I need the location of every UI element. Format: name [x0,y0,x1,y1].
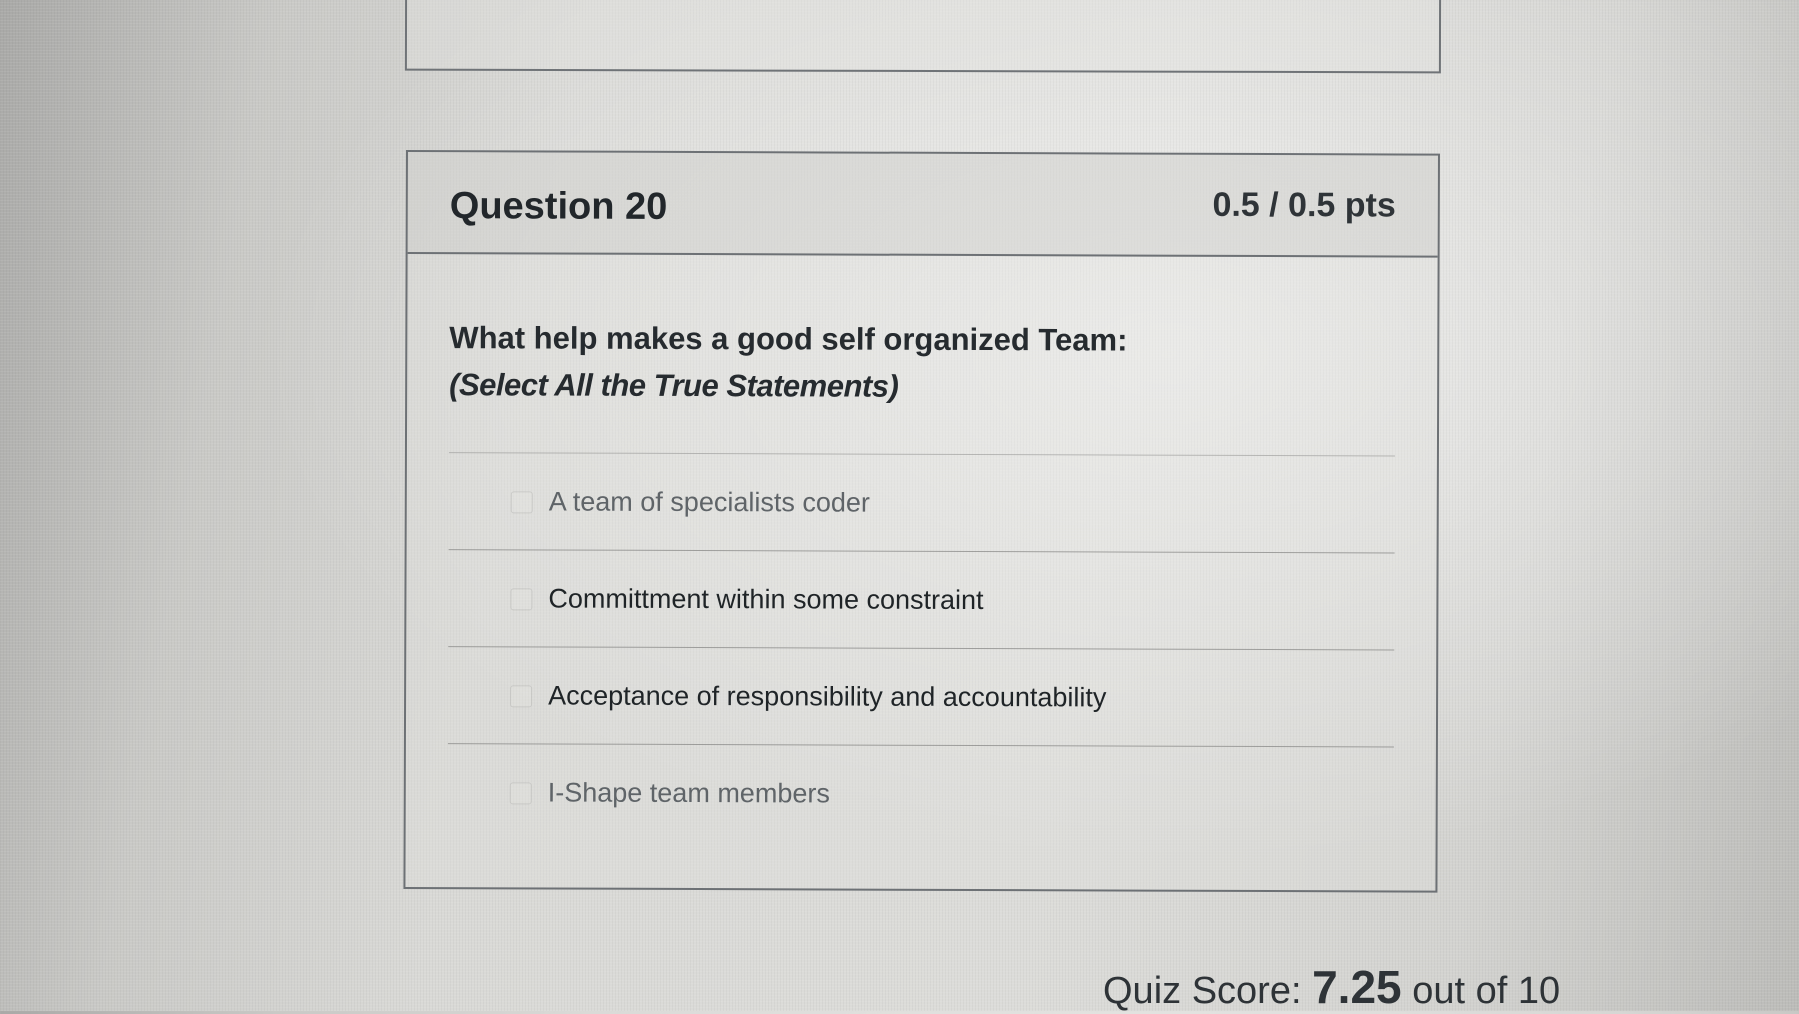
answer-option[interactable]: I-Shape team members [448,744,1394,843]
answer-checkbox[interactable] [509,782,532,805]
answer-checkbox[interactable] [510,588,533,611]
answer-label: Acceptance of responsibility and account… [548,679,1107,712]
question-body: What help makes a good self organized Te… [406,254,1438,844]
answer-label: A team of specialists coder [548,486,870,518]
answer-option[interactable]: A team of specialists coder [448,453,1395,554]
question-card: Question 20 0.5 / 0.5 pts What help make… [403,150,1440,893]
answer-label: I-Shape team members [547,776,830,808]
answer-option[interactable]: Committment within some constraint [448,550,1395,651]
question-header: Question 20 0.5 / 0.5 pts [407,152,1438,258]
quiz-score: Quiz Score: 7.25 out of 10 [1103,960,1560,1014]
question-title: Question 20 [449,185,668,228]
question-text: What help makes a good self organized Te… [449,320,1128,358]
answer-label: Committment within some constraint [548,583,984,615]
quiz-score-prefix: Quiz Score: [1103,970,1302,1012]
question-points: 0.5 / 0.5 pts [1212,185,1396,225]
quiz-score-suffix: out of 10 [1412,970,1561,1012]
answer-option[interactable]: Acceptance of responsibility and account… [447,647,1395,748]
answer-checkbox[interactable] [510,491,533,514]
question-hint: (Select All the True Statements) [449,367,899,404]
answer-checkbox[interactable] [510,685,533,708]
quiz-score-value: 7.25 [1312,961,1402,1013]
answer-list: A team of specialists coder Committment … [447,452,1395,844]
previous-question-card [404,0,1442,74]
